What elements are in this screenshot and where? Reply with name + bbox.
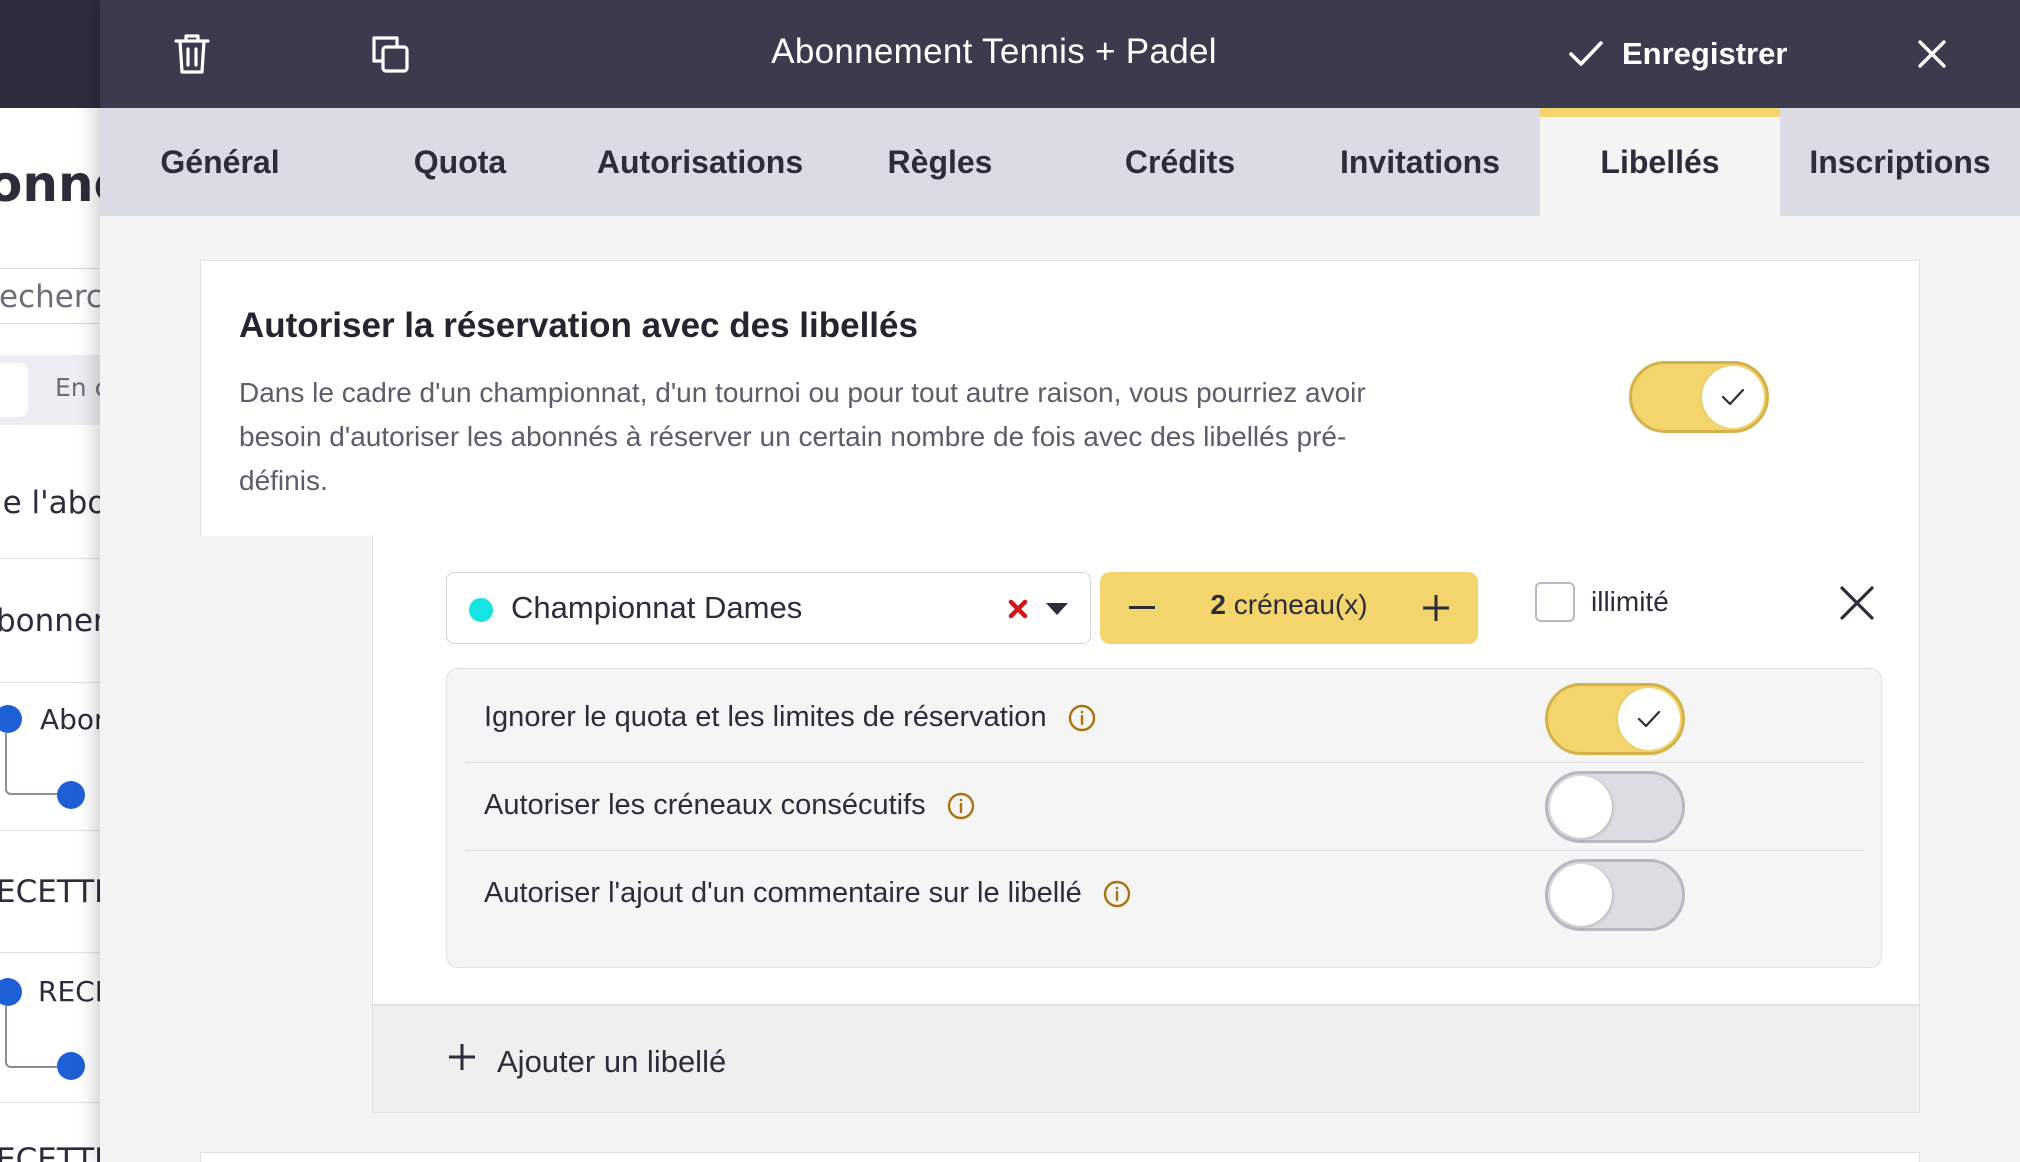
plus-icon <box>1423 595 1449 621</box>
background-dot <box>57 1052 85 1080</box>
info-icon[interactable] <box>1067 703 1097 733</box>
tab-quota[interactable]: Quota <box>340 108 580 216</box>
background-dot <box>0 978 22 1006</box>
save-button-label: Enregistrer <box>1622 36 1788 71</box>
save-button[interactable]: Enregistrer <box>1568 24 1787 84</box>
label-comment-toggle[interactable] <box>1545 859 1685 931</box>
check-icon <box>1721 388 1745 406</box>
background-row-text: le l'abo <box>0 485 107 521</box>
close-modal-button[interactable] <box>1900 22 1964 86</box>
tab-libelles[interactable]: Libellés <box>1540 108 1780 216</box>
tab-invitations[interactable]: Invitations <box>1300 108 1540 216</box>
option-label: Ignorer le quota et les limites de réser… <box>484 701 1047 733</box>
modal-header: Abonnement Tennis + Padel Enregistrer <box>100 0 2020 108</box>
option-row: Ignorer le quota et les limites de réser… <box>465 675 1865 763</box>
background-row-text: bonner <box>0 603 106 639</box>
rule-options-panel: Ignorer le quota et les limites de réser… <box>446 668 1882 968</box>
remove-rule-button[interactable] <box>1833 579 1881 627</box>
background-dot <box>57 781 85 809</box>
unlimited-checkbox[interactable] <box>1535 582 1575 622</box>
enable-labels-toggle[interactable] <box>1629 361 1769 433</box>
tab-general[interactable]: Général <box>100 108 340 216</box>
add-label-text: Ajouter un libellé <box>497 1044 727 1079</box>
chevron-down-icon <box>1046 603 1068 615</box>
modal-tabs: Général Quota Autorisations Règles Crédi… <box>100 108 2020 216</box>
option-label: Autoriser les créneaux consécutifs <box>484 789 926 821</box>
tab-credits[interactable]: Crédits <box>1060 108 1300 216</box>
label-color-dot <box>469 598 493 622</box>
tab-inscriptions[interactable]: Inscriptions <box>1780 108 2020 216</box>
background-row-text: ECETTE <box>0 874 114 910</box>
unlimited-label: illimité <box>1591 586 1669 617</box>
consecutive-slots-toggle[interactable] <box>1545 771 1685 843</box>
tab-autorisations[interactable]: Autorisations <box>580 108 820 216</box>
option-row: Autoriser les créneaux consécutifs <box>465 763 1865 851</box>
add-label-button[interactable]: Ajouter un libellé <box>372 1005 1920 1113</box>
clear-label-button[interactable] <box>1003 592 1033 626</box>
quantity-stepper: 2 créneau(x) <box>1100 572 1478 644</box>
clear-icon <box>1008 599 1028 619</box>
label-select-value: Championnat Dames <box>511 590 803 625</box>
next-section-card <box>200 1152 1920 1162</box>
close-icon <box>1918 40 1946 68</box>
option-row: Autoriser l'ajout d'un commentaire sur l… <box>465 851 1865 939</box>
option-label: Autoriser l'ajout d'un commentaire sur l… <box>484 877 1082 909</box>
subscription-editor-modal: Abonnement Tennis + Padel Enregistrer Gé… <box>100 0 2020 1162</box>
ignore-quota-toggle[interactable] <box>1545 683 1685 755</box>
dropdown-toggle[interactable] <box>1041 593 1073 625</box>
tab-regles[interactable]: Règles <box>820 108 1060 216</box>
plus-icon <box>449 1044 475 1070</box>
label-select[interactable]: Championnat Dames <box>446 572 1091 644</box>
section-title: Autoriser la réservation avec des libell… <box>239 306 918 345</box>
background-dot <box>0 705 22 733</box>
background-row-text: ECETTE <box>0 1142 114 1162</box>
close-icon <box>1840 586 1874 620</box>
check-icon <box>1569 41 1603 66</box>
labels-settings-card: Autoriser la réservation avec des libell… <box>200 260 1920 536</box>
section-description: Dans le cadre d'un championnat, d'un tou… <box>239 377 1366 496</box>
info-icon[interactable] <box>946 791 976 821</box>
increment-button[interactable] <box>1406 578 1466 638</box>
info-icon[interactable] <box>1102 879 1132 909</box>
check-icon <box>1637 710 1661 728</box>
label-rule: Championnat Dames 2 créneau(x) illimité <box>372 535 1920 1005</box>
